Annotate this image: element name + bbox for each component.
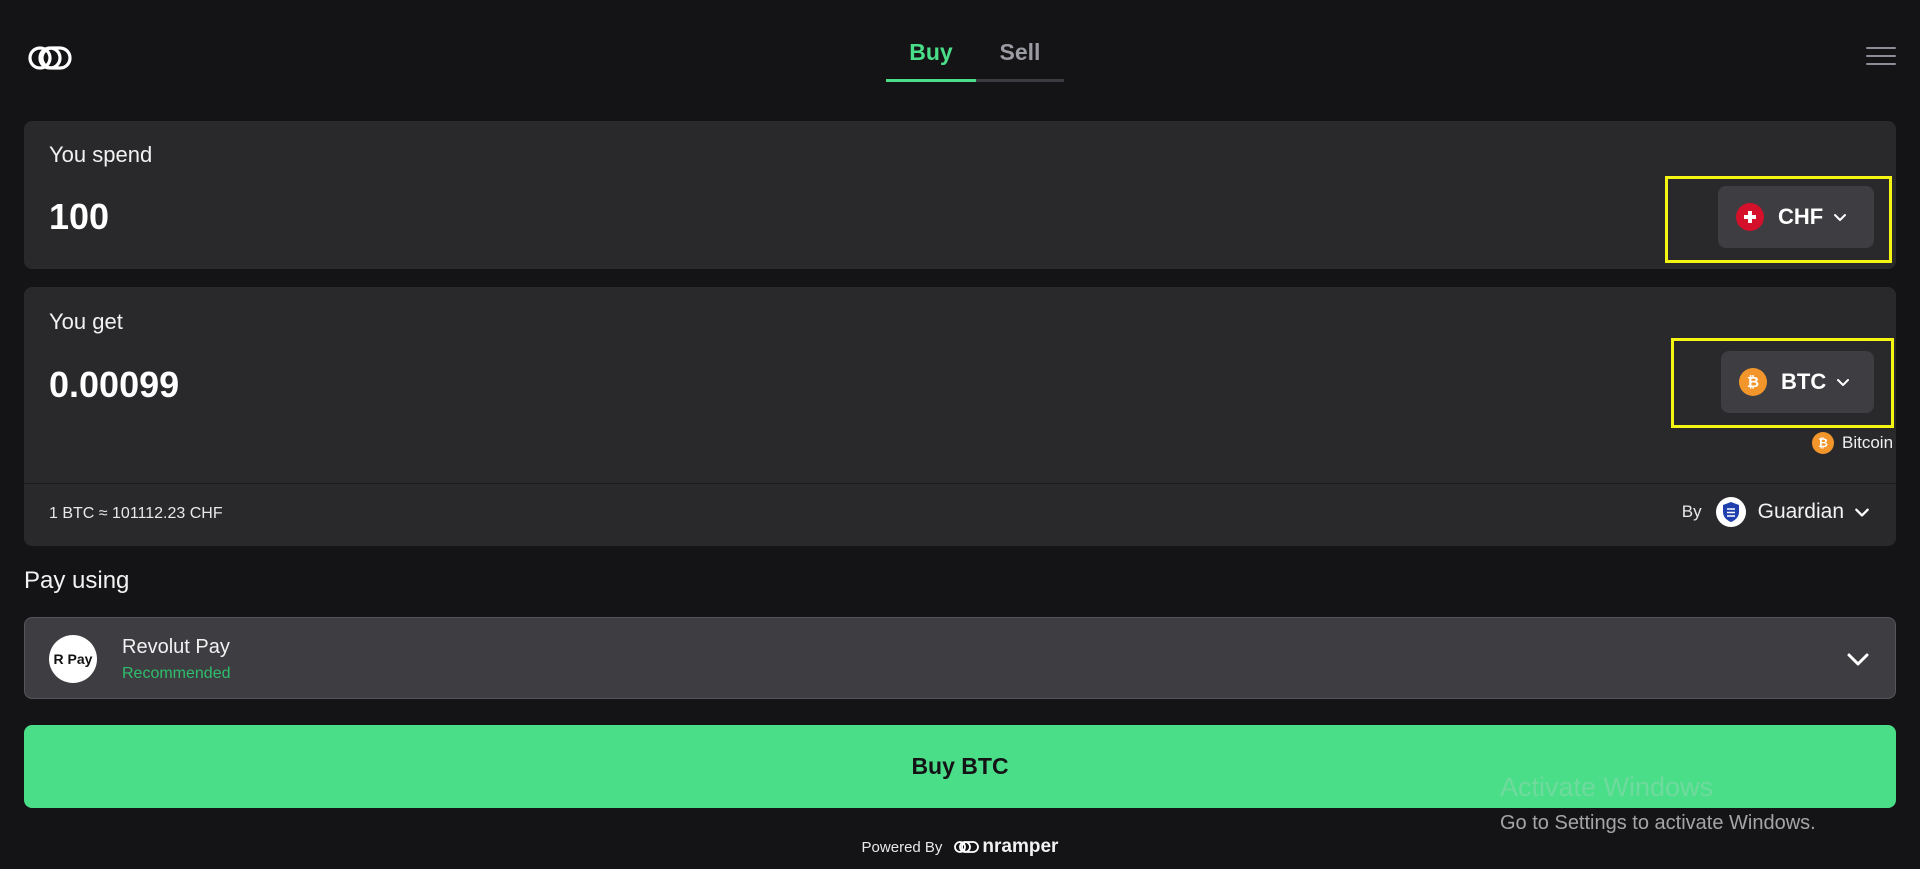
pay-using-label: Pay using [24,567,130,594]
swiss-flag-icon [1736,203,1764,231]
onramper-brand-link[interactable]: nramper [954,836,1058,858]
chevron-down-icon [1837,379,1850,386]
spend-currency-selector[interactable]: CHF [1718,186,1874,248]
tab-buy[interactable]: Buy [886,36,976,80]
revolut-pay-icon: R Pay [49,635,97,683]
tab-underline [886,79,1064,82]
get-currency-selector[interactable]: ₿ BTC [1721,351,1874,413]
divider [24,483,1896,484]
hamburger-menu-icon[interactable] [1866,47,1896,67]
activation-watermark-title: Activate Windows [1500,772,1714,802]
bitcoin-network-icon: ₿ [1812,432,1834,454]
tab-sell[interactable]: Sell [976,36,1064,80]
exchange-rate: 1 BTC ≈ 101112.23 CHF [49,505,223,522]
onramper-logo-icon[interactable] [28,44,84,72]
chevron-down-icon [1855,508,1869,517]
buy-sell-tabs: Buy Sell [886,36,1064,82]
get-label: You get [49,309,123,334]
get-amount: 0.00099 [49,364,180,405]
spend-card: You spend 100 CHF [24,121,1896,269]
powered-by: Powered By nramper [0,836,1920,858]
chevron-down-icon [1834,214,1847,221]
onramp-widget: Buy Sell You spend 100 CHF You get 0.000… [0,0,1920,869]
provider-selector[interactable]: By Guardian [1682,497,1870,527]
get-currency-code: BTC [1781,369,1827,394]
spend-label: You spend [49,142,153,167]
payment-method-selector[interactable]: R Pay Revolut Pay Recommended [24,617,1896,699]
powered-by-label: Powered By [861,838,943,856]
recommended-badge: Recommended [122,665,231,682]
get-card: You get 0.00099 ₿ BTC ₿ Bitcoin 1 BTC ≈ … [24,287,1896,546]
spend-amount-input[interactable]: 100 [49,196,109,238]
onramper-logo-icon [954,841,980,853]
guardian-shield-icon [1715,497,1746,527]
bitcoin-icon: ₿ [1739,368,1767,396]
brand-name: nramper [982,836,1059,857]
payment-method-name: Revolut Pay [122,636,230,658]
spend-currency-code: CHF [1778,204,1824,229]
chevron-down-icon [1847,653,1869,666]
network-name: Bitcoin [1842,433,1894,452]
network-label: ₿ Bitcoin [1812,432,1893,454]
provider-prefix: By [1681,502,1702,521]
activation-watermark-subtitle: Go to Settings to activate Windows. [1500,812,1816,834]
provider-name: Guardian [1757,500,1844,523]
tab-active-indicator [886,79,976,82]
